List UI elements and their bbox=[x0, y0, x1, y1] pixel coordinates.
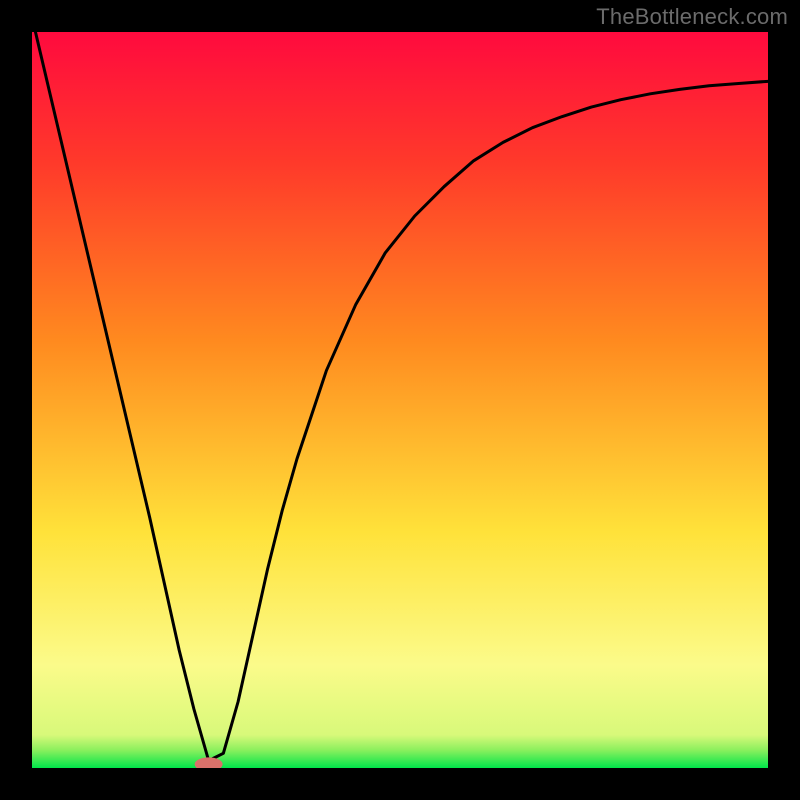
optimal-marker bbox=[195, 757, 223, 771]
watermark-text: TheBottleneck.com bbox=[596, 4, 788, 30]
plot-background bbox=[32, 32, 768, 768]
chart-svg bbox=[0, 0, 800, 800]
chart-frame: TheBottleneck.com bbox=[0, 0, 800, 800]
